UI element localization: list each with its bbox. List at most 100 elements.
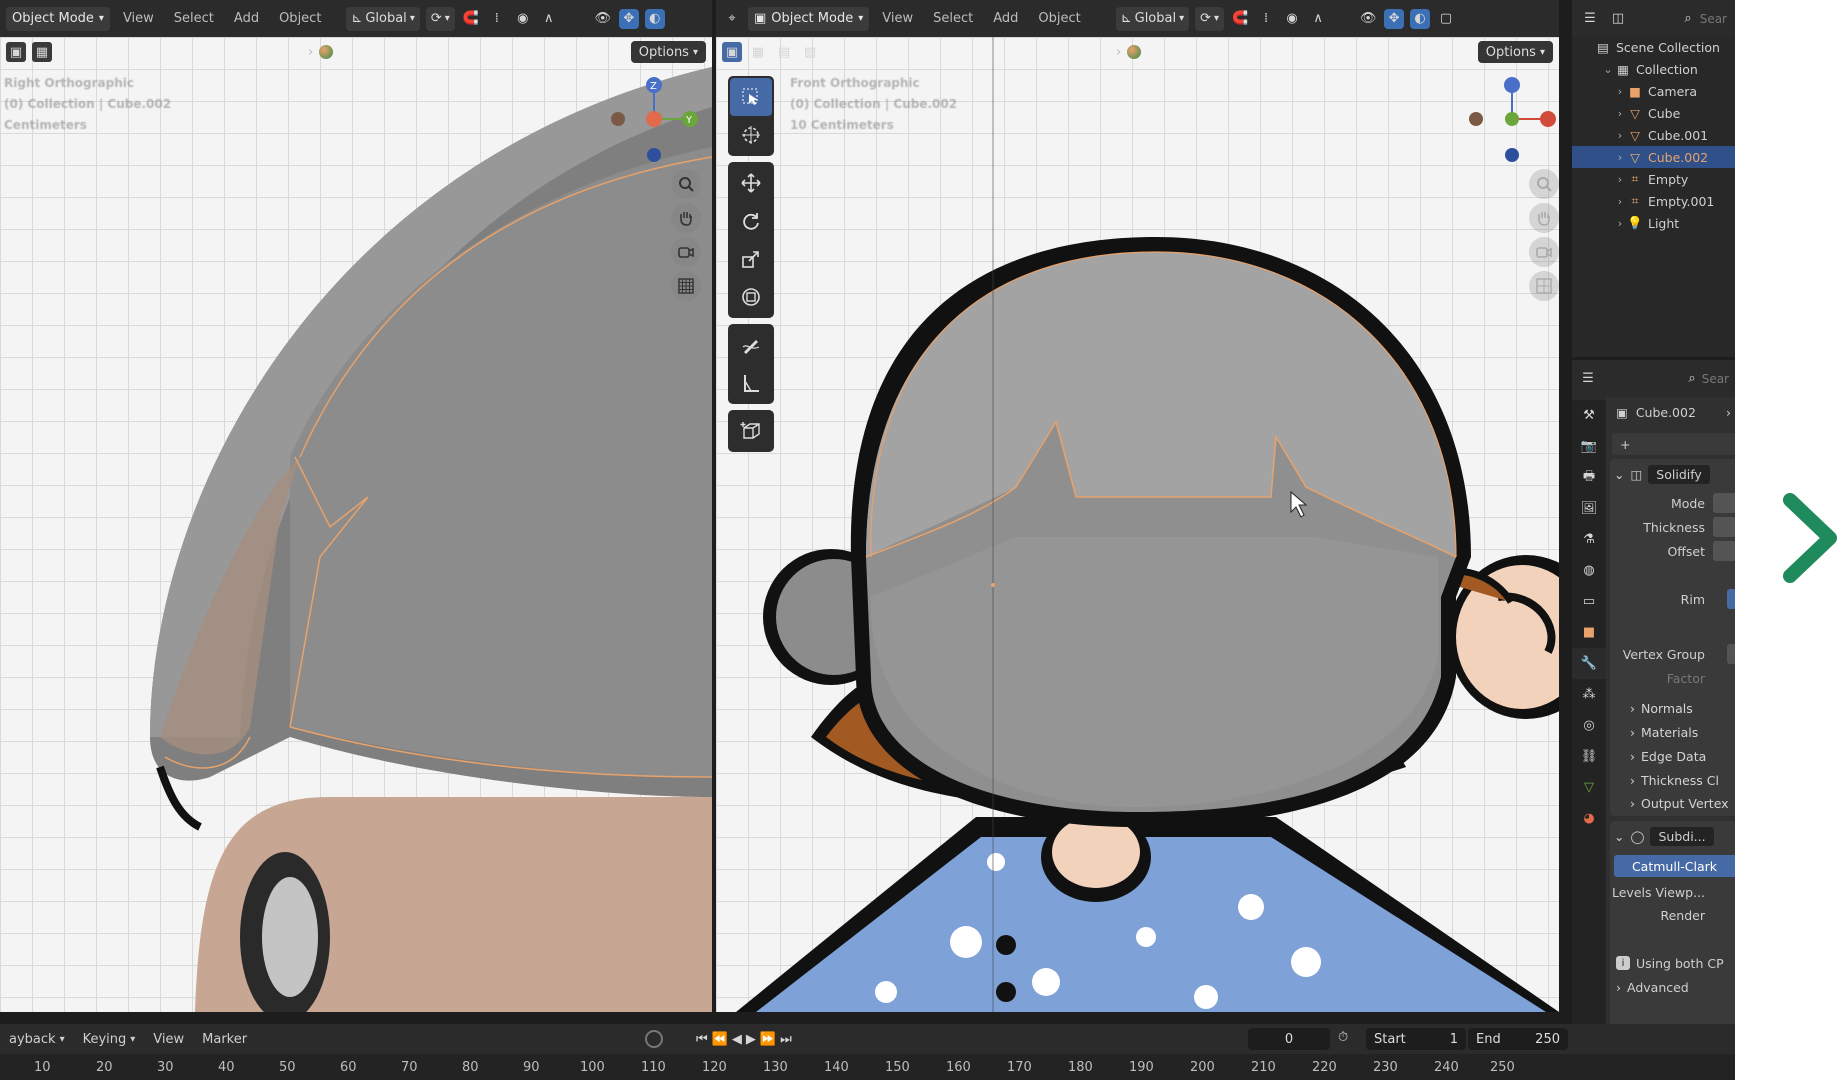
right-transform-orientation[interactable]: ⊾ Global ▾	[1115, 6, 1190, 31]
material-tab-icon[interactable]: ◕	[1572, 803, 1606, 834]
rotate-tool[interactable]	[730, 202, 772, 240]
left-mode-selector[interactable]: Object Mode ▾	[6, 6, 110, 31]
select-mode-icon[interactable]: ▣	[6, 42, 26, 62]
editor-type-icon[interactable]: ☰	[1580, 9, 1600, 29]
physics-tab-icon[interactable]: ◎	[1572, 710, 1606, 741]
render-tab-icon[interactable]: 📷	[1572, 431, 1606, 462]
properties-search-placeholder[interactable]: Sear	[1702, 372, 1729, 386]
list-item[interactable]: › ■ Camera	[1572, 80, 1735, 102]
subdivision-header[interactable]: ⌄ ◯ Subdi...	[1610, 825, 1735, 847]
outliner-search-placeholder[interactable]: Sear	[1700, 12, 1727, 26]
right-menu-view[interactable]: View	[875, 11, 920, 26]
thickness-clamp-subpanel[interactable]: › Thickness Cl	[1610, 769, 1735, 791]
data-tab-icon[interactable]: ▽	[1572, 772, 1606, 803]
falloff-icon[interactable]: ∧	[539, 9, 559, 29]
normals-subpanel[interactable]: › Normals	[1610, 697, 1735, 719]
object-name[interactable]: Cube.002	[1636, 405, 1696, 420]
snap-icon[interactable]: 🧲	[1230, 9, 1250, 29]
subdivision-name[interactable]: Subdi...	[1650, 826, 1714, 846]
modifier-wrench-icon[interactable]: 🔧	[1572, 648, 1606, 679]
move-tool[interactable]	[730, 164, 772, 202]
auto-keying-icon[interactable]	[645, 1030, 663, 1048]
play-reverse-icon[interactable]: ◀	[732, 1032, 742, 1047]
zoom-icon[interactable]	[671, 169, 701, 199]
thickness-field[interactable]	[1713, 517, 1735, 537]
right-menu-add[interactable]: Add	[986, 11, 1025, 26]
solidify-name[interactable]: Solidify	[1648, 464, 1710, 484]
jump-start-icon[interactable]: ⏮	[696, 1032, 708, 1047]
subdivision-type-button[interactable]: Catmull-Clark	[1614, 855, 1735, 877]
proportional-edit-icon[interactable]: ◉	[1282, 9, 1302, 29]
keying-menu[interactable]: Keying ▾	[74, 1032, 145, 1047]
rim-checkbox[interactable]	[1727, 589, 1735, 609]
constraints-tab-icon[interactable]: ⛓	[1572, 741, 1606, 772]
xray-toggle-icon[interactable]: ▢	[1436, 9, 1456, 29]
snap-increment-icon[interactable]: ⁞	[487, 9, 507, 29]
add-modifier-button[interactable]: +	[1612, 433, 1735, 455]
chevron-right-icon[interactable]: ›	[1614, 195, 1626, 208]
select-intersect-icon[interactable]: ▧	[800, 42, 820, 62]
chevron-down-icon[interactable]: ⌄	[1602, 63, 1614, 76]
left-navigation-gizmo[interactable]: Z Y	[604, 67, 704, 167]
jump-keyframe-back-icon[interactable]: ⏪	[712, 1032, 728, 1047]
proportional-edit-icon[interactable]: ◉	[513, 9, 533, 29]
camera-view-icon[interactable]	[671, 237, 701, 267]
chevron-right-icon[interactable]: ›	[1726, 405, 1731, 420]
chevron-right-icon[interactable]: ›	[1614, 107, 1626, 120]
right-options-button[interactable]: Options ▾	[1477, 41, 1553, 63]
list-item[interactable]: › ⌗ Empty.001	[1572, 190, 1735, 212]
view-layer-tab-icon[interactable]: 🖼	[1572, 493, 1606, 524]
editor-type-icon[interactable]: ☰	[1578, 369, 1598, 389]
offset-field[interactable]	[1713, 541, 1735, 561]
visibility-icon[interactable]: 👁	[1358, 9, 1378, 29]
left-menu-view[interactable]: View	[116, 11, 161, 26]
select-subtract-icon[interactable]: ▤	[774, 42, 794, 62]
materials-subpanel[interactable]: › Materials	[1610, 721, 1735, 743]
cursor-tool[interactable]	[730, 116, 772, 154]
left-viewport[interactable]: Right Orthographic (0) Collection | Cube…	[0, 37, 712, 1012]
current-frame-field[interactable]: 0	[1248, 1028, 1330, 1050]
start-frame-field[interactable]: Start 1	[1366, 1028, 1466, 1050]
vertex-group-field[interactable]	[1727, 644, 1735, 664]
object-tab-icon[interactable]: ■	[1572, 617, 1606, 648]
stopwatch-icon[interactable]: ⏱	[1338, 1030, 1348, 1045]
scene-collection-row[interactable]: ▤ Scene Collection	[1572, 36, 1735, 58]
expand-arrow-icon[interactable]: ›	[1116, 45, 1121, 60]
list-item[interactable]: › ▽ Cube.001	[1572, 124, 1735, 146]
timeline-view-menu[interactable]: View	[144, 1032, 193, 1047]
expand-arrow-icon[interactable]: ›	[308, 45, 313, 60]
play-icon[interactable]: ▶	[746, 1032, 756, 1047]
overlay-toggle-icon[interactable]: ◐	[644, 8, 665, 29]
jump-keyframe-forward-icon[interactable]: ⏩	[760, 1032, 776, 1047]
collection-tab-icon[interactable]: ▭	[1572, 586, 1606, 617]
left-options-button[interactable]: Options ▾	[630, 41, 706, 63]
jump-end-icon[interactable]: ⏭	[780, 1032, 792, 1047]
pan-hand-icon[interactable]	[671, 203, 701, 233]
marker-menu[interactable]: Marker	[193, 1032, 256, 1047]
camera-view-icon[interactable]	[1529, 237, 1559, 267]
right-menu-select[interactable]: Select	[926, 11, 980, 26]
pivot-point-button[interactable]: ⟳ ▾	[1195, 6, 1225, 31]
end-frame-field[interactable]: End 250	[1468, 1028, 1568, 1050]
scale-tool[interactable]	[730, 240, 772, 278]
measure-tool[interactable]	[730, 364, 772, 402]
output-vertex-subpanel[interactable]: › Output Vertex	[1610, 792, 1735, 814]
pivot-point-button[interactable]: ⟳ ▾	[425, 6, 455, 31]
left-transform-orientation[interactable]: ⊾ Global ▾	[346, 6, 420, 31]
falloff-icon[interactable]: ∧	[1308, 9, 1328, 29]
select-box-tool[interactable]	[730, 78, 772, 116]
pan-hand-icon[interactable]	[1529, 203, 1559, 233]
right-navigation-gizmo[interactable]	[1462, 67, 1559, 167]
scene-tab-icon[interactable]: ⚗	[1572, 524, 1606, 555]
left-menu-add[interactable]: Add	[227, 11, 266, 26]
chevron-right-icon[interactable]: ›	[1614, 129, 1626, 142]
add-cube-tool[interactable]	[730, 412, 772, 450]
tool-tab-icon[interactable]: ⚒	[1572, 400, 1606, 431]
snap-icon[interactable]: 🧲	[461, 9, 481, 29]
overlay-toggle-icon[interactable]: ◐	[1410, 8, 1431, 29]
chevron-down-icon[interactable]: ⌄	[1614, 467, 1624, 482]
mode-dropdown[interactable]	[1713, 493, 1735, 513]
output-tab-icon[interactable]: 🖶	[1572, 462, 1606, 493]
chevron-right-icon[interactable]: ›	[1614, 151, 1626, 164]
gizmo-toggle-icon[interactable]: ✥	[1384, 8, 1405, 29]
